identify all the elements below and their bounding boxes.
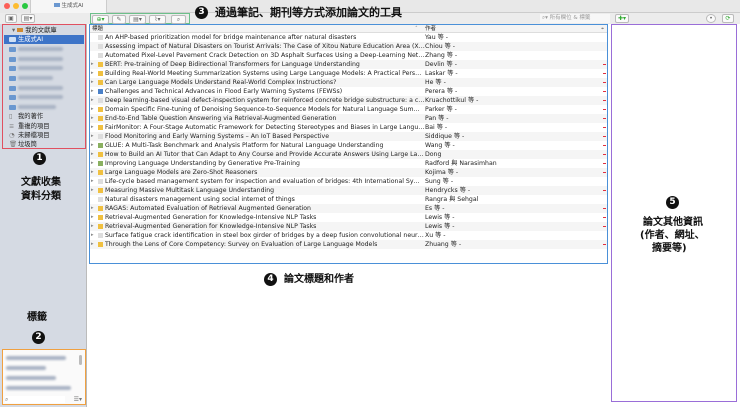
annotation-number-3: 3 <box>195 6 208 19</box>
duplicate-items[interactable]: ≡ 重複的項目 <box>4 122 84 131</box>
annotation-info-3: 摘要等) <box>652 243 687 254</box>
active-tab[interactable]: 生成式AI <box>30 0 107 13</box>
library-label: 我的文獻庫 <box>25 27 57 34</box>
tag-actions-button[interactable]: ☰▾ <box>74 396 82 403</box>
library-actions-button[interactable]: ▤▾ <box>21 14 35 23</box>
folder-icon <box>9 47 16 52</box>
publications-icon: ▯ <box>9 113 13 120</box>
annotation-info-2: (作者、網址、 <box>640 230 705 241</box>
annotation-collections-1: 文獻收集 <box>21 177 61 188</box>
new-item-button[interactable]: ⊕▾ <box>92 14 109 24</box>
search-icon: ⌕ <box>5 396 9 403</box>
attachment-button[interactable]: ⌇▾ <box>149 14 166 24</box>
annotation-number-4: 4 <box>264 273 277 286</box>
trash-icon: 🗑 <box>9 141 17 148</box>
new-note-button[interactable]: ▤▾ <box>129 14 146 24</box>
advanced-search-button[interactable]: ⌕ <box>171 14 186 24</box>
annotation-collections-2: 資料分類 <box>21 191 61 202</box>
tag[interactable] <box>6 375 56 382</box>
folder-icon <box>9 86 16 91</box>
my-publications[interactable]: ▯ 我的著作 <box>4 112 84 121</box>
search-placeholder: 所有欄位 & 標籤 <box>549 15 591 21</box>
add-by-identifier-button[interactable]: ✎ <box>112 14 126 24</box>
tag-scrollbar[interactable] <box>79 355 82 365</box>
my-library[interactable]: ▾ 我的文獻庫 <box>4 26 84 35</box>
trash[interactable]: 🗑 垃圾筒 <box>4 140 84 149</box>
folder-icon <box>9 76 16 81</box>
collection-folder[interactable] <box>4 64 84 73</box>
sync-button[interactable]: ⟳ <box>722 14 734 23</box>
annotation-info-1: 論文其他資訊 <box>643 217 703 228</box>
collection-folder[interactable] <box>4 93 84 102</box>
sync-add-button[interactable]: ✚▾ <box>615 14 629 23</box>
collection-folder[interactable] <box>4 84 84 93</box>
close-window-button[interactable] <box>4 3 10 9</box>
library-icon <box>17 28 24 32</box>
tag[interactable] <box>6 385 71 392</box>
window-title: 生成式AI <box>61 3 84 9</box>
item-info-pane <box>611 24 737 402</box>
unfiled-icon: ◔ <box>9 132 15 139</box>
locate-button[interactable]: • <box>706 14 716 23</box>
folder-icon <box>9 105 16 110</box>
collection-label: 生成式AI <box>18 36 44 43</box>
minimize-window-button[interactable] <box>13 3 19 9</box>
item-tools-group: ⊕▾ ✎ ▤▾ ⌇▾ ⌕ <box>90 13 190 24</box>
label: 重複的項目 <box>18 123 50 130</box>
label: 我的著作 <box>18 113 44 120</box>
items-table-highlight <box>89 24 608 264</box>
unfiled-items[interactable]: ◔ 未歸檔項目 <box>4 131 84 140</box>
folder-icon <box>9 66 16 71</box>
collection-folder[interactable] <box>4 55 84 64</box>
folder-icon <box>9 57 16 62</box>
annotation-number-2: 2 <box>32 331 45 344</box>
tag-filter-input[interactable]: ⌕ <box>5 396 65 403</box>
annotation-toolbar: 通過筆記、期刊等方式添加論文的工具 <box>215 6 402 19</box>
annotation-items: 論文標題和作者 <box>284 274 354 285</box>
collection-folder[interactable] <box>4 45 84 54</box>
tag[interactable] <box>6 365 46 372</box>
collection-folder[interactable] <box>4 74 84 83</box>
search-icon: ⌕▾ <box>542 15 550 21</box>
label: 未歸檔項目 <box>18 132 50 139</box>
folder-icon <box>9 37 16 42</box>
search-input[interactable]: ⌕▾ 所有欄位 & 標籤 <box>540 14 610 23</box>
label: 垃圾筒 <box>18 141 37 148</box>
maximize-window-button[interactable] <box>22 3 28 9</box>
new-collection-button[interactable]: ▣ <box>5 14 17 23</box>
tag-selector: ⌕ ☰▾ <box>2 349 86 405</box>
annotation-number-1: 1 <box>33 152 46 165</box>
tag[interactable] <box>6 355 66 362</box>
collection-folder[interactable] <box>4 103 84 112</box>
duplicate-icon: ≡ <box>9 123 15 130</box>
folder-icon <box>9 95 16 100</box>
collection-generative-ai[interactable]: 生成式AI <box>4 35 84 44</box>
folder-icon <box>53 3 60 7</box>
annotation-number-5: 5 <box>666 196 679 209</box>
annotation-tags: 標籤 <box>27 312 47 323</box>
